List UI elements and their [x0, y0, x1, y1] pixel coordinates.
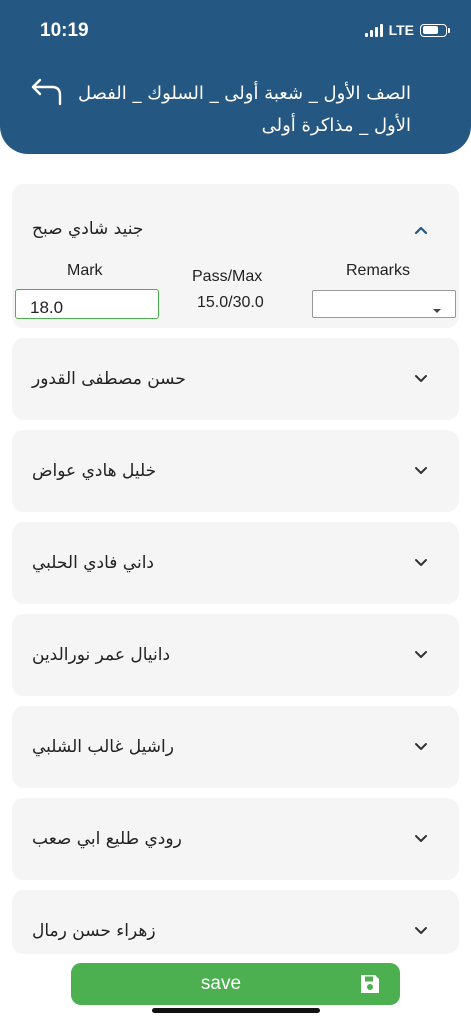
student-name: راشيل غالب الشلبي [32, 737, 174, 757]
chevron-down-icon[interactable] [413, 739, 429, 755]
chevron-down-icon[interactable] [413, 371, 429, 387]
remarks-label: Remarks [346, 262, 411, 279]
status-indicators: LTE [364, 22, 450, 38]
chevron-down-icon[interactable] [413, 463, 429, 479]
student-card[interactable]: داني فادي الحلبي [12, 522, 459, 604]
signal-icon [364, 23, 383, 37]
student-name: خليل هادي عواض [32, 461, 157, 481]
pass-max-value: 15.0/30.0 [197, 294, 264, 311]
student-card[interactable]: زهراء حسن رمال [12, 890, 459, 954]
header-bar: 10:19 LTE الصف الأول _ شعبة أولى _ السلو… [0, 0, 471, 154]
student-card[interactable]: راشيل غالب الشلبي [12, 706, 459, 788]
pass-max-label: Pass/Max [192, 268, 263, 285]
student-name: جنيد شادي صبح [32, 219, 144, 239]
floppy-disk-icon [361, 975, 379, 993]
back-arrow-icon[interactable] [30, 74, 64, 108]
battery-icon [420, 23, 450, 37]
student-name: داني فادي الحلبي [32, 553, 154, 573]
chevron-up-icon[interactable] [413, 222, 429, 238]
student-card[interactable]: رودي طليع ابي صعب [12, 798, 459, 880]
home-indicator [152, 1008, 320, 1013]
network-label: LTE [388, 22, 414, 38]
chevron-down-icon[interactable] [413, 831, 429, 847]
remarks-dropdown[interactable] [312, 290, 456, 318]
student-name: رودي طليع ابي صعب [32, 829, 182, 849]
mark-input[interactable]: 18.0 [15, 289, 159, 319]
page-title: الصف الأول _ شعبة أولى _ السلوك _ الفصل … [77, 83, 411, 136]
student-list: جنيد شادي صبح Mark Pass/Max Remarks 18.0… [12, 184, 459, 964]
chevron-down-icon[interactable] [413, 647, 429, 663]
chevron-down-icon[interactable] [413, 555, 429, 571]
save-button[interactable]: save [71, 963, 400, 1005]
student-name: حسن مصطفى القدور [32, 369, 186, 389]
student-card-expanded[interactable]: جنيد شادي صبح Mark Pass/Max Remarks 18.0… [12, 184, 459, 328]
mark-label: Mark [67, 262, 103, 279]
dropdown-caret-icon [433, 309, 441, 313]
student-card[interactable]: خليل هادي عواض [12, 430, 459, 512]
student-name: دانيال عمر نورالدين [32, 645, 171, 665]
student-name: زهراء حسن رمال [32, 921, 156, 941]
chevron-down-icon[interactable] [413, 923, 429, 939]
status-bar: 10:19 LTE [0, 0, 471, 60]
status-time: 10:19 [40, 20, 89, 41]
student-card[interactable]: دانيال عمر نورالدين [12, 614, 459, 696]
student-card[interactable]: حسن مصطفى القدور [12, 338, 459, 420]
save-label: save [200, 973, 242, 994]
